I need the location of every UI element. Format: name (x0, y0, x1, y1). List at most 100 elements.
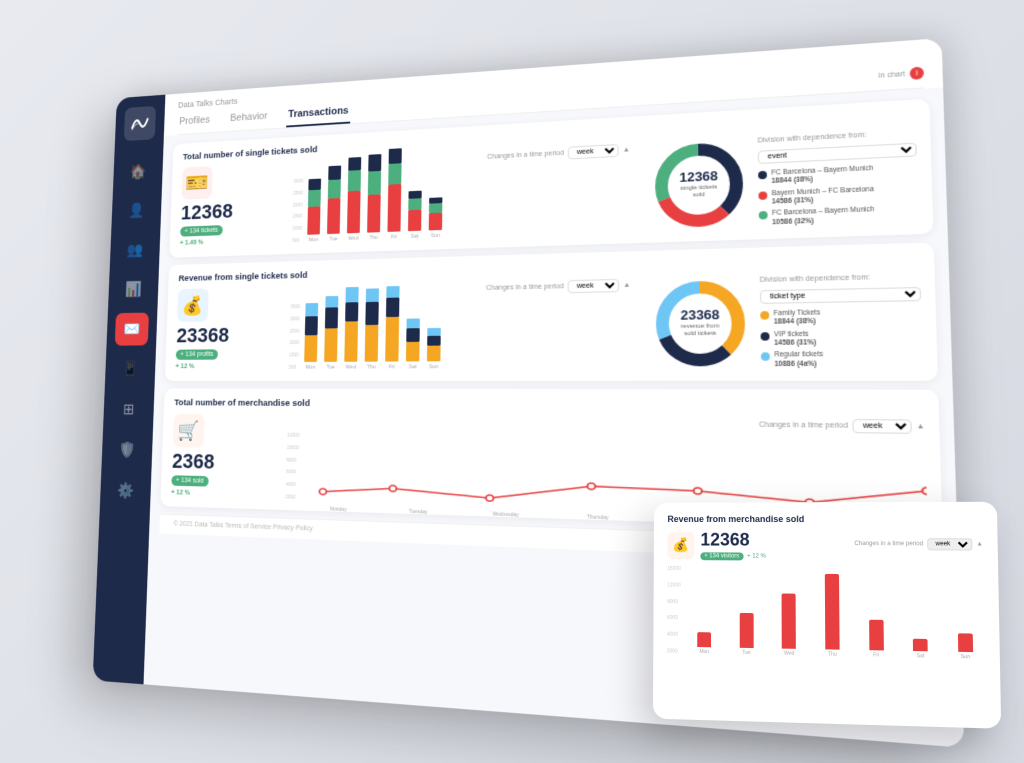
bar-group: Sun (427, 327, 441, 369)
chart-icon[interactable]: i (910, 66, 924, 79)
bar-day-label: Thu (367, 364, 376, 370)
chart2-metric-left: 💰 23368 + 134 profits + 12 % (175, 286, 282, 369)
bar-segment (427, 335, 441, 345)
fc-bar-col: Tue (728, 612, 764, 656)
tab-profiles[interactable]: Profiles (177, 110, 212, 134)
chart1-time-select[interactable]: weekmonth (568, 143, 619, 158)
chart1-change: + 1.49 % (180, 236, 283, 246)
fc-metric: 💰 12368 + 134 visitors + 12 % Changes in… (667, 529, 983, 561)
bar-segment (386, 297, 399, 317)
bar-group: Mon (304, 302, 318, 370)
chart2-badge: + 134 profits (176, 349, 218, 359)
bar-segment (304, 335, 317, 362)
bar-group: Sat (408, 190, 422, 239)
sidebar-item-shield[interactable]: 🛡️ (110, 433, 145, 467)
fc-bars: MonTueWedThuFriSatSun (682, 565, 985, 660)
bar-segment (407, 318, 420, 328)
bar-group: Tue (327, 165, 341, 242)
bar-segment (406, 328, 419, 342)
bar-stack (344, 286, 358, 361)
fc-bar-label: Tue (742, 649, 750, 655)
fc-time-select[interactable]: week (927, 537, 972, 549)
bar-stack (429, 197, 443, 230)
chart2-donut: 23368 revenue fromsold tickets (652, 275, 750, 370)
bar-segment (345, 302, 358, 321)
sidebar-item-analytics[interactable]: 📊 (116, 272, 150, 305)
fc-bar-label: Thu (828, 651, 837, 657)
bar-day-label: Sat (411, 233, 419, 239)
bar-segment (386, 286, 399, 298)
sidebar-item-mobile[interactable]: 📱 (113, 352, 147, 385)
bar-stack (327, 165, 341, 234)
bar-group: Sun (429, 197, 443, 239)
bar-stack (307, 178, 321, 234)
fc-bar-col: Mon (686, 631, 722, 655)
fc-time-control: Changes in a time period week ▲ (854, 537, 983, 550)
fc-bar-label: Sat (917, 653, 925, 659)
bar-day-label: Wed (346, 364, 356, 370)
chart2-division-label: Division with dependence from: (760, 272, 921, 283)
bar-day-label: Tue (329, 236, 338, 242)
bar-day-label: Sat (409, 364, 417, 370)
fc-chart-area: 15000120008000600040002000 MonTueWedThuF… (667, 565, 985, 660)
bar-segment (388, 184, 402, 232)
bar-group: Tue (324, 295, 338, 370)
sidebar-item-team[interactable]: 👥 (118, 233, 152, 266)
bar-stack (408, 190, 422, 231)
bar-stack (385, 286, 399, 362)
bar-group: Thu (365, 288, 380, 370)
bar-segment (368, 170, 381, 194)
legend-dot-2-3 (761, 352, 770, 361)
bar-segment (324, 328, 338, 362)
chart2-time-control: Changes in a time period weekmonth ▲ (291, 278, 631, 298)
bar-segment (408, 198, 421, 210)
outer-wrapper: 🏠 👤 👥 📊 ✉️ 📱 ⊞ 🛡️ ⚙️ Data Talks Charts P… (62, 32, 962, 732)
chart1-division-select[interactable]: event (758, 142, 917, 163)
bar-group: Wed (344, 286, 359, 369)
fc-bar-col: Fri (857, 619, 895, 658)
chart3-time-label: Changes in a time period (759, 421, 848, 429)
fc-bar-label: Fri (873, 652, 879, 658)
sidebar-item-profile[interactable]: 👤 (120, 194, 154, 227)
bar-segment (325, 295, 338, 307)
bar-day-label: Wed (348, 235, 358, 241)
fc-bar (869, 619, 884, 650)
fc-change: + 12 % (747, 553, 766, 559)
chart2-division-select[interactable]: ticket type (760, 286, 921, 303)
chart1-division-label: Division with dependence from: (758, 128, 917, 144)
bar-stack (347, 157, 361, 233)
fc-bar-label: Mon (699, 649, 709, 655)
sidebar-item-mail[interactable]: ✉️ (115, 312, 149, 345)
bar-stack (324, 295, 338, 361)
bar-segment (325, 307, 338, 328)
chart1-time-label: Changes in a time period (487, 149, 564, 160)
bar-segment (385, 316, 399, 361)
chart2-time-label: Changes in a time period (486, 283, 564, 292)
chart1-legend-item-3: FC Barcelona – Bayern Munich10586 (32%) (759, 204, 919, 227)
sidebar-item-settings[interactable]: ⚙️ (108, 473, 143, 507)
sidebar-item-grid[interactable]: ⊞ (111, 392, 146, 425)
bar-segment (347, 190, 361, 233)
chart3-time-select[interactable]: weekmonth (852, 418, 912, 433)
sidebar-item-home[interactable]: 🏠 (121, 155, 155, 189)
bar-day-label: Sun (429, 364, 438, 370)
chevron-up-icon-3: ▲ (916, 422, 925, 430)
bar-segment (308, 178, 321, 190)
bar-segment (365, 301, 378, 324)
bar-group: Wed (347, 157, 361, 242)
footer-text: © 2021 Data Talks Terms of Service Priva… (173, 520, 312, 532)
chart1-bars: Changes in a time period weekmonth ▲ 300… (292, 143, 630, 243)
chart1-donut-section: 12368 single ticketssold Division with d… (651, 127, 919, 232)
bar-segment (307, 206, 320, 234)
fc-bar (913, 638, 928, 651)
fc-bar (739, 612, 753, 647)
chart2-donut-section: 23368 revenue fromsold tickets Division … (652, 271, 924, 370)
tab-transactions[interactable]: Transactions (286, 101, 350, 127)
bar-group: Thu (367, 154, 381, 241)
chart2-donut-label: 23368 revenue fromsold tickets (680, 308, 719, 339)
bar-group: Mon (307, 178, 321, 243)
tab-behavior[interactable]: Behavior (228, 106, 269, 130)
chart1-icon: 🎫 (181, 166, 212, 200)
chart2-time-select[interactable]: weekmonth (568, 278, 619, 292)
fc-bar-col: Wed (771, 593, 808, 657)
